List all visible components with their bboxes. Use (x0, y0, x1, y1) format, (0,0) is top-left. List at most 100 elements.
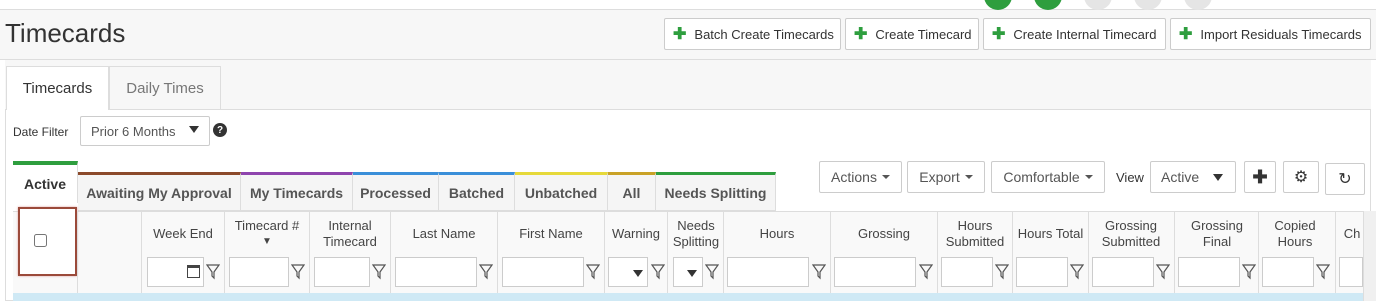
status-tab-awaiting-my-approval[interactable]: Awaiting My Approval (78, 172, 241, 211)
plus-icon: ✚ (1252, 166, 1268, 187)
column-header-first-name[interactable]: First Name (498, 226, 604, 242)
filter-input-first-name[interactable] (502, 257, 584, 287)
page-header: Timecards ✚ Batch Create Timecards ✚ Creat… (0, 10, 1376, 60)
column-header-needs-splitting[interactable]: Needs Splitting (669, 218, 723, 250)
column-divider (604, 211, 605, 293)
density-label: Comfortable (1003, 169, 1080, 185)
status-dot-green-2 (1034, 0, 1062, 10)
plus-icon: ✚ (1179, 26, 1193, 43)
tab-timecards[interactable]: Timecards (6, 66, 109, 110)
status-tab-label: My Timecards (249, 184, 344, 201)
column-header-hours-total[interactable]: Hours Total (1013, 226, 1088, 242)
status-tab-processed[interactable]: Processed (353, 172, 439, 211)
caret-down-icon (189, 126, 199, 133)
filter-input-copied-hours[interactable] (1262, 257, 1314, 287)
filter-input-grossing[interactable] (834, 257, 916, 287)
filter-input-hours-total[interactable] (1016, 257, 1068, 287)
filter-icon[interactable] (812, 263, 826, 281)
view-select[interactable]: Active (1150, 161, 1236, 193)
status-tab-needs-splitting[interactable]: Needs Splitting (656, 172, 776, 211)
caret-down-icon (633, 270, 643, 277)
status-tab-label: All (622, 184, 641, 201)
tab-daily-times[interactable]: Daily Times (109, 66, 221, 110)
help-icon[interactable]: ? (213, 123, 227, 137)
filter-icon[interactable] (1316, 263, 1330, 281)
filter-icon[interactable] (479, 263, 493, 281)
column-divider (497, 211, 498, 293)
status-dot-green-1 (984, 0, 1012, 10)
calendar-icon[interactable] (187, 265, 200, 278)
column-header-grossing-final[interactable]: Grossing Final (1178, 218, 1256, 250)
filter-icon[interactable] (1156, 263, 1170, 281)
column-header-hours-submitted[interactable]: Hours Submitted (940, 218, 1010, 250)
filter-input-last-name[interactable] (395, 257, 477, 287)
date-filter-select[interactable]: Prior 6 Months (80, 116, 210, 146)
column-header-grossing[interactable]: Grossing (831, 226, 937, 242)
density-dropdown[interactable]: Comfortable (991, 161, 1105, 193)
filter-icon[interactable] (705, 263, 719, 281)
status-dot-grey-3 (1184, 0, 1212, 10)
select-all-checkbox[interactable] (34, 234, 47, 247)
column-divider (309, 211, 310, 293)
column-header-last-name[interactable]: Last Name (391, 226, 497, 242)
button-label: Import Residuals Timecards (1200, 26, 1362, 42)
filter-icon[interactable] (651, 263, 665, 281)
filter-input-truncated[interactable] (1339, 257, 1363, 287)
filter-icon[interactable] (919, 263, 933, 281)
column-header-timecard-number[interactable]: Timecard # ▼ (225, 218, 309, 250)
status-tab-label: Batched (448, 184, 505, 201)
column-header-grossing-submitted[interactable]: Grossing Submitted (1092, 218, 1170, 250)
column-header-truncated[interactable]: Ch (1342, 226, 1362, 242)
actions-label: Actions (831, 169, 877, 185)
column-header-week-end[interactable]: Week End (142, 226, 224, 242)
filter-icon[interactable] (206, 263, 220, 281)
export-label: Export (919, 169, 960, 185)
filter-input-internal-timecard[interactable] (314, 257, 370, 287)
top-bar (0, 0, 1376, 10)
column-divider (1012, 211, 1013, 293)
caret-down-icon (1084, 175, 1093, 179)
create-timecard-button[interactable]: ✚ Create Timecard (845, 18, 979, 50)
page-title: Timecards (5, 18, 126, 48)
status-tab-unbatched[interactable]: Unbatched (515, 172, 608, 211)
filter-icon[interactable] (291, 263, 305, 281)
caret-down-icon (964, 175, 973, 179)
add-view-button[interactable]: ✚ (1244, 161, 1276, 193)
filter-input-timecard-number[interactable] (229, 257, 289, 287)
filter-icon[interactable] (1242, 263, 1256, 281)
status-tab-label: Processed (360, 184, 431, 201)
column-header-warning[interactable]: Warning (605, 226, 667, 242)
column-header-internal-timecard[interactable]: Internal Timecard (315, 218, 385, 250)
filter-icon[interactable] (372, 263, 386, 281)
filter-input-grossing-submitted[interactable] (1092, 257, 1154, 287)
column-header-hours[interactable]: Hours (724, 226, 830, 242)
batch-create-timecards-button[interactable]: ✚ Batch Create Timecards (664, 18, 841, 50)
filter-input-grossing-final[interactable] (1178, 257, 1240, 287)
column-header-copied-hours[interactable]: Copied Hours (1262, 218, 1328, 250)
actions-dropdown[interactable]: Actions (819, 161, 902, 193)
refresh-button[interactable]: ↻ (1325, 163, 1365, 195)
status-tab-my-timecards[interactable]: My Timecards (241, 172, 353, 211)
filter-icon[interactable] (1070, 263, 1084, 281)
view-value: Active (1161, 169, 1200, 185)
column-divider (390, 211, 391, 293)
import-residuals-timecards-button[interactable]: ✚ Import Residuals Timecards (1170, 18, 1371, 50)
status-tab-active[interactable]: Active (13, 161, 78, 203)
export-dropdown[interactable]: Export (907, 161, 985, 193)
filter-input-hours[interactable] (727, 257, 809, 287)
filter-icon[interactable] (995, 263, 1009, 281)
vertical-scrollbar[interactable] (1363, 211, 1376, 301)
status-tab-batched[interactable]: Batched (439, 172, 515, 211)
button-label: Batch Create Timecards (694, 26, 834, 42)
column-divider (830, 211, 831, 293)
filter-icon[interactable] (586, 263, 600, 281)
status-tab-label: Awaiting My Approval (86, 184, 232, 201)
column-divider (1174, 211, 1175, 293)
column-divider (1258, 211, 1259, 293)
filter-input-hours-submitted[interactable] (941, 257, 993, 287)
create-internal-timecard-button[interactable]: ✚ Create Internal Timecard (983, 18, 1166, 50)
button-label: Create Timecard (875, 26, 972, 42)
status-tab-all[interactable]: All (608, 172, 656, 211)
grid-first-row[interactable] (13, 293, 1363, 301)
settings-button[interactable]: ⚙ (1283, 161, 1319, 193)
